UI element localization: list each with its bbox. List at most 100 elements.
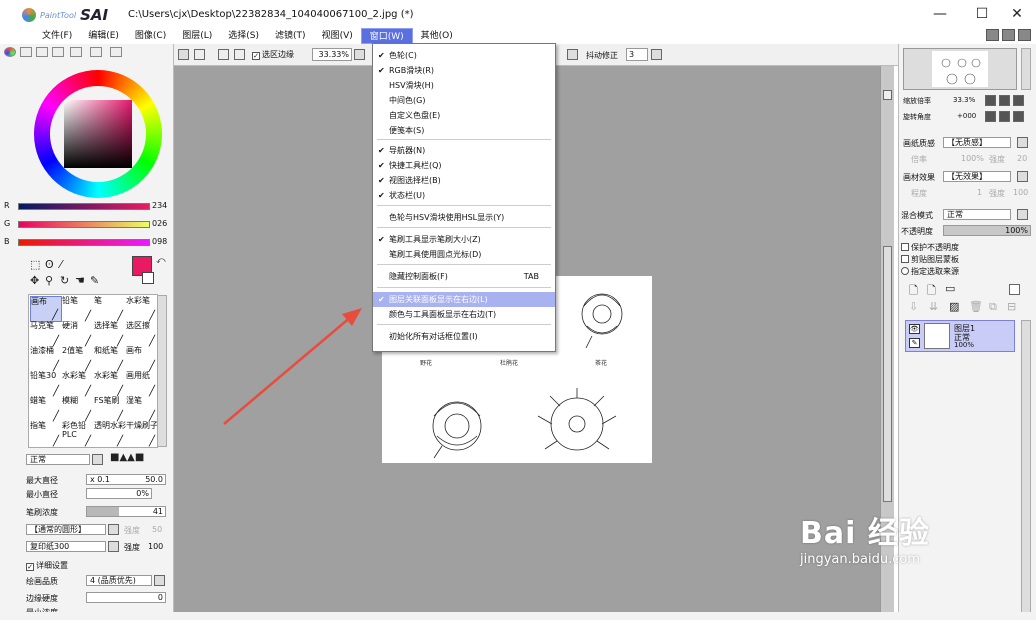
zoom-reset-icon[interactable] bbox=[1013, 95, 1024, 106]
min-size-field[interactable]: 0% bbox=[86, 488, 152, 499]
menu-image[interactable]: 图像(C) bbox=[127, 28, 174, 44]
selection-edge-toggle[interactable]: ✓ 选区边缘 bbox=[252, 49, 294, 60]
brush-shape-presets-icon[interactable]: ■▲▲■ bbox=[110, 452, 144, 463]
brush-slot[interactable]: FS笔刷 ╱ bbox=[94, 396, 126, 422]
brush-slot[interactable]: 硬消 ╱ bbox=[62, 321, 94, 347]
zoom-icon[interactable]: ⚲ bbox=[45, 274, 53, 287]
brush-slot[interactable]: 水彩笔 ╱ bbox=[94, 371, 126, 397]
window-menu-item[interactable]: ✔ 导航器(N) bbox=[373, 143, 555, 158]
r-slider-bar[interactable] bbox=[18, 203, 150, 210]
brush-slot[interactable]: 水彩笔 ╱ bbox=[62, 371, 94, 397]
brush-slot[interactable]: 笔 ╱ bbox=[94, 296, 126, 322]
layer-options-icon[interactable] bbox=[1009, 284, 1020, 295]
layer-item[interactable]: 👁 ✎ 图层1 正常 100% bbox=[905, 320, 1015, 352]
brush-slot[interactable]: 铅笔 ╱ bbox=[62, 296, 94, 322]
brush-slot[interactable]: 油漆桶 ╱ bbox=[30, 346, 62, 372]
selection-source-radio[interactable]: 指定选取来源 bbox=[901, 266, 959, 277]
rotate-left-icon[interactable] bbox=[985, 111, 996, 122]
layer-mask-icon[interactable]: ⊟ bbox=[1007, 300, 1016, 313]
saturation-value-box[interactable] bbox=[64, 100, 132, 168]
brush-slot[interactable]: 画布 ╱ bbox=[30, 296, 62, 322]
hsv-slider-toggle-icon[interactable] bbox=[36, 47, 48, 57]
scroll-up-icon[interactable] bbox=[883, 90, 892, 100]
r-slider[interactable]: R 234 bbox=[4, 201, 172, 213]
detail-settings-checkbox[interactable]: ✓ 详细设置 bbox=[26, 560, 68, 571]
menu-file[interactable]: 文件(F) bbox=[34, 28, 80, 44]
color-wheel[interactable] bbox=[34, 70, 162, 198]
protect-opacity-checkbox[interactable]: 保护不透明度 bbox=[901, 242, 959, 253]
brush-shape-dropdown-icon[interactable] bbox=[108, 524, 119, 535]
new-layer-icon[interactable]: 🗋 bbox=[909, 282, 918, 301]
rotate-right-icon[interactable] bbox=[999, 111, 1010, 122]
brush-slot[interactable]: 选区擦 ╱ bbox=[126, 321, 158, 347]
menu-filter[interactable]: 滤镜(T) bbox=[267, 28, 314, 44]
brush-slot[interactable]: 透明水彩 ╱ bbox=[94, 421, 126, 447]
color-wheel-toggle-icon[interactable] bbox=[4, 47, 16, 57]
brush-slot[interactable]: 指笔 ╱ bbox=[30, 421, 62, 447]
brush-slot[interactable]: 模糊 ╱ bbox=[62, 396, 94, 422]
move-icon[interactable]: ✥ bbox=[30, 274, 39, 287]
eye-icon[interactable]: 👁 bbox=[909, 324, 920, 334]
layer-blend-mode-select[interactable]: 正常 bbox=[943, 209, 1011, 220]
zoom-out-icon[interactable] bbox=[985, 95, 996, 106]
blend-mode-dropdown-icon[interactable] bbox=[92, 454, 103, 465]
stabilizer-dropdown-icon[interactable] bbox=[651, 49, 662, 60]
magic-wand-icon[interactable]: ⁄ bbox=[60, 258, 62, 271]
zoom-dropdown-icon[interactable] bbox=[354, 49, 365, 60]
paper-texture-select[interactable]: 【无质感】 bbox=[943, 137, 1011, 148]
menu-select[interactable]: 选择(S) bbox=[220, 28, 267, 44]
clear-layer-icon[interactable]: ▨ bbox=[949, 300, 959, 313]
clip-mask-checkbox[interactable]: 剪贴图层蒙板 bbox=[901, 254, 959, 265]
paper-texture-dropdown-icon[interactable] bbox=[1017, 137, 1028, 148]
brush-shape-select[interactable]: 【通常的圆形】 bbox=[26, 524, 106, 535]
secondary-color-swatch[interactable] bbox=[142, 272, 154, 284]
undo-icon[interactable] bbox=[178, 49, 189, 60]
eyedropper-icon[interactable]: ✎ bbox=[90, 274, 99, 287]
new-folder-icon[interactable]: ▭ bbox=[945, 282, 955, 295]
palette-toggle-icon[interactable] bbox=[70, 47, 82, 57]
window-menu-item[interactable]: 隐藏控制面板(F) TAB bbox=[373, 269, 555, 284]
brush-lock-icon[interactable]: ✎ bbox=[909, 338, 920, 348]
brush-slot[interactable]: 湿笔 ╱ bbox=[126, 396, 158, 422]
rotate-icon[interactable]: ↻ bbox=[60, 274, 69, 287]
window-menu-item[interactable]: 笔刷工具使用圆点光标(D) bbox=[373, 247, 555, 262]
window-menu-item[interactable]: ✔ 笔刷工具显示笔刷大小(Z) bbox=[373, 232, 555, 247]
window-menu-item[interactable]: ✔ 快捷工具栏(Q) bbox=[373, 158, 555, 173]
brush-slot[interactable]: 画布 ╱ bbox=[126, 346, 158, 372]
brush-slot[interactable]: 彩色铅PLC ╱ bbox=[62, 421, 94, 447]
quality-select[interactable]: 4 (品质优先) bbox=[86, 575, 152, 586]
rect-select-icon[interactable]: ⬚ bbox=[30, 258, 40, 271]
brush-slot[interactable]: 选择笔 ╱ bbox=[94, 321, 126, 347]
paper-effect-select[interactable]: 【无效果】 bbox=[943, 171, 1011, 182]
duplicate-layer-icon[interactable]: ⧉ bbox=[989, 300, 997, 314]
lasso-icon[interactable]: ʘ bbox=[45, 258, 54, 271]
window-menu-item[interactable]: 便笺本(S) bbox=[373, 123, 555, 138]
b-slider[interactable]: B 098 bbox=[4, 237, 172, 249]
rgb-slider-toggle-icon[interactable] bbox=[20, 47, 32, 57]
transfer-down-icon[interactable]: ⇩ bbox=[909, 300, 918, 313]
minimize-button[interactable]: — bbox=[920, 3, 960, 25]
window-menu-item[interactable]: ✔ 图层关联面板显示在右边(L) bbox=[373, 292, 555, 307]
brush-slot[interactable]: 水彩笔 ╱ bbox=[126, 296, 158, 322]
window-menu-item[interactable]: ✔ 状态栏(U) bbox=[373, 188, 555, 203]
navigator-preview[interactable] bbox=[903, 48, 1017, 90]
mdi-close-icon[interactable] bbox=[1018, 29, 1031, 41]
close-button[interactable]: ✕ bbox=[1000, 3, 1034, 25]
delete-layer-icon[interactable]: 🗑 bbox=[969, 300, 983, 313]
brush-slot[interactable]: 蜡笔 ╱ bbox=[30, 396, 62, 422]
window-menu-item[interactable]: ✔ RGB滑块(R) bbox=[373, 63, 555, 78]
density-field[interactable]: 41 bbox=[86, 506, 166, 517]
quality-dropdown-icon[interactable] bbox=[154, 575, 165, 586]
deselect-icon[interactable] bbox=[218, 49, 229, 60]
menu-other[interactable]: 其他(O) bbox=[413, 28, 461, 44]
brush-grid-scrollbar[interactable] bbox=[157, 295, 167, 447]
window-menu-item[interactable]: ✔ 视图选择栏(B) bbox=[373, 173, 555, 188]
swatch-toggle-icon[interactable] bbox=[52, 47, 64, 57]
flip-icon[interactable] bbox=[567, 49, 578, 60]
window-menu-item[interactable]: 色轮与HSV滑块使用HSL显示(Y) bbox=[373, 210, 555, 225]
mdi-restore-icon[interactable] bbox=[1002, 29, 1015, 41]
menu-edit[interactable]: 编辑(E) bbox=[80, 28, 127, 44]
max-size-field[interactable]: x 0.1 50.0 bbox=[86, 474, 166, 485]
brush-slot[interactable]: 马克笔 ╱ bbox=[30, 321, 62, 347]
g-slider[interactable]: G 026 bbox=[4, 219, 172, 231]
